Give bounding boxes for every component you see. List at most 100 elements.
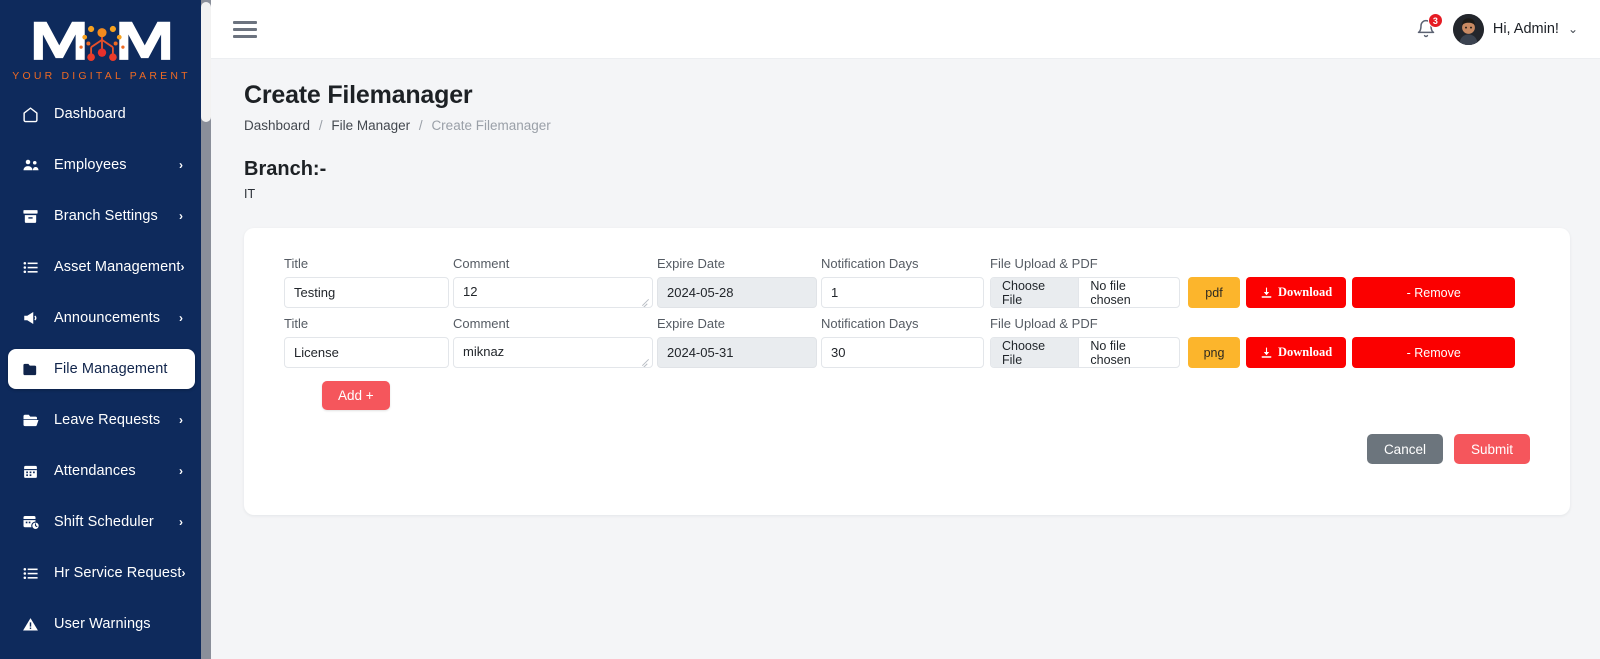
logo-icon xyxy=(33,21,170,61)
sidebar-item-label: Attendances xyxy=(54,463,136,479)
resize-handle-icon[interactable] xyxy=(641,357,650,366)
comment-value: miknaz xyxy=(463,344,505,359)
comment-value: 12 xyxy=(463,284,478,299)
page-title: Create Filemanager xyxy=(244,81,473,109)
chevron-right-icon: › xyxy=(179,464,183,478)
folder-icon xyxy=(22,360,44,378)
breadcrumb-item-dashboard[interactable]: Dashboard xyxy=(244,118,310,133)
expire-date-label: Expire Date xyxy=(657,256,725,271)
file-upload-label: File Upload & PDF xyxy=(990,256,1098,271)
sidebar-item-user-warnings[interactable]: User Warnings xyxy=(8,604,195,644)
app-root: YOUR DIGITAL PARENT Dashboard Employees … xyxy=(0,0,1600,659)
cancel-button[interactable]: Cancel xyxy=(1366,434,1443,464)
avatar xyxy=(1452,13,1484,45)
topbar-right: 3 Hi, Admin! ⌄ xyxy=(1413,13,1578,45)
expire-date-column: Expire Date 2024-05-31 xyxy=(657,316,817,368)
remove-button[interactable]: - Remove xyxy=(1352,337,1516,368)
title-input[interactable]: License xyxy=(284,337,449,368)
sidebar-item-file-management[interactable]: File Management xyxy=(8,349,195,389)
profile-name: Hi, Admin! xyxy=(1492,21,1559,37)
chevron-right-icon: › xyxy=(179,209,183,223)
notification-days-column: Notification Days 30 xyxy=(821,316,984,368)
list-icon xyxy=(22,258,44,276)
submit-button[interactable]: Submit xyxy=(1453,434,1530,464)
notification-bell-button[interactable]: 3 xyxy=(1413,13,1443,44)
calendar-icon xyxy=(22,462,44,480)
comment-label: Comment xyxy=(453,316,510,331)
file-input[interactable]: Choose File No file chosen xyxy=(990,337,1180,368)
download-button[interactable]: Download xyxy=(1246,337,1347,368)
title-column: Title Testing xyxy=(284,256,449,308)
sidebar-item-leave-requests[interactable]: Leave Requests › xyxy=(8,400,195,440)
add-row-button[interactable]: Add + xyxy=(322,381,390,410)
sidebar-item-attendances[interactable]: Attendances › xyxy=(8,451,195,491)
download-column: . Download xyxy=(1246,316,1347,368)
comment-column: Comment 12 xyxy=(453,256,653,308)
expire-date-input[interactable]: 2024-05-31 xyxy=(657,337,817,368)
page-content: Create Filemanager Dashboard / File Mana… xyxy=(211,59,1600,659)
form-row: Title License Comment miknaz Expire Date… xyxy=(284,316,1534,368)
file-type-badge: pdf xyxy=(1188,277,1240,308)
sidebar-item-label: Announcements xyxy=(54,310,161,326)
sidebar-item-asset-management[interactable]: Asset Management › xyxy=(8,247,195,287)
comment-textarea[interactable]: miknaz xyxy=(453,337,653,368)
file-status-text: No file chosen xyxy=(1090,338,1131,367)
sidebar-item-label: User Warnings xyxy=(54,616,151,632)
file-upload-label: File Upload & PDF xyxy=(990,316,1098,331)
download-icon xyxy=(1261,287,1272,298)
sidebar-item-payroll[interactable]: Payroll › xyxy=(8,655,195,659)
comment-textarea[interactable]: 12 xyxy=(453,277,653,308)
profile-menu[interactable]: Hi, Admin! ⌄ xyxy=(1452,13,1578,45)
title-input[interactable]: Testing xyxy=(284,277,449,308)
breadcrumb-separator: / xyxy=(418,118,423,133)
sidebar-item-label: Asset Management xyxy=(54,259,181,275)
chevron-down-icon: ⌄ xyxy=(1567,22,1578,36)
notification-days-input[interactable]: 1 xyxy=(821,277,984,308)
sidebar-item-announcements[interactable]: Announcements › xyxy=(8,298,195,338)
file-input[interactable]: Choose File No file chosen xyxy=(990,277,1180,308)
sidebar-item-branch-settings[interactable]: Branch Settings › xyxy=(8,196,195,236)
title-label: Title xyxy=(284,256,309,271)
remove-button[interactable]: - Remove xyxy=(1352,277,1516,308)
file-type-column: . png xyxy=(1188,316,1240,368)
chevron-right-icon: › xyxy=(179,515,183,529)
expire-date-column: Expire Date 2024-05-28 xyxy=(657,256,817,308)
download-icon xyxy=(1261,347,1272,358)
brand-logo[interactable]: YOUR DIGITAL PARENT xyxy=(0,0,203,82)
choose-file-button[interactable]: Choose File xyxy=(991,278,1080,307)
hamburger-icon[interactable] xyxy=(233,20,259,38)
comment-label: Comment xyxy=(453,256,510,271)
sidebar-item-employees[interactable]: Employees › xyxy=(8,145,195,185)
file-status-text: No file chosen xyxy=(1090,278,1131,307)
folder-open-icon xyxy=(22,411,44,429)
file-upload-column: File Upload & PDF Choose File No file ch… xyxy=(990,316,1180,368)
breadcrumb-item-file-manager[interactable]: File Manager xyxy=(331,118,410,133)
form-actions: Cancel Submit xyxy=(284,434,1534,464)
breadcrumb: Dashboard / File Manager / Create Filema… xyxy=(244,118,1570,133)
sidebar-item-label: Shift Scheduler xyxy=(54,514,154,530)
sidebar-item-shift-scheduler[interactable]: Shift Scheduler › xyxy=(8,502,195,542)
breadcrumb-separator: / xyxy=(318,118,323,133)
notification-days-input[interactable]: 30 xyxy=(821,337,984,368)
branch-value: IT xyxy=(244,187,256,201)
download-label: Download xyxy=(1278,345,1333,359)
title-label: Title xyxy=(284,316,309,331)
file-type-column: . pdf xyxy=(1188,256,1240,308)
resize-handle-icon[interactable] xyxy=(641,297,650,306)
megaphone-icon xyxy=(22,309,44,327)
chevron-right-icon: › xyxy=(180,260,185,274)
sidebar-scrollbar[interactable] xyxy=(201,0,211,659)
sidebar-item-dashboard[interactable]: Dashboard xyxy=(8,94,195,134)
choose-file-button[interactable]: Choose File xyxy=(991,338,1080,367)
expire-date-label: Expire Date xyxy=(657,316,725,331)
expire-date-input[interactable]: 2024-05-28 xyxy=(657,277,817,308)
clock-calendar-icon xyxy=(22,513,44,531)
download-button[interactable]: Download xyxy=(1246,277,1347,308)
download-column: . Download xyxy=(1246,256,1347,308)
remove-column: . - Remove xyxy=(1352,256,1516,308)
sidebar-scrollbar-thumb[interactable] xyxy=(201,2,211,122)
notification-days-label: Notification Days xyxy=(821,256,919,271)
sidebar-item-hr-service-request[interactable]: Hr Service Request › xyxy=(8,553,195,593)
sidebar: YOUR DIGITAL PARENT Dashboard Employees … xyxy=(0,0,211,659)
chevron-right-icon: › xyxy=(179,158,183,172)
